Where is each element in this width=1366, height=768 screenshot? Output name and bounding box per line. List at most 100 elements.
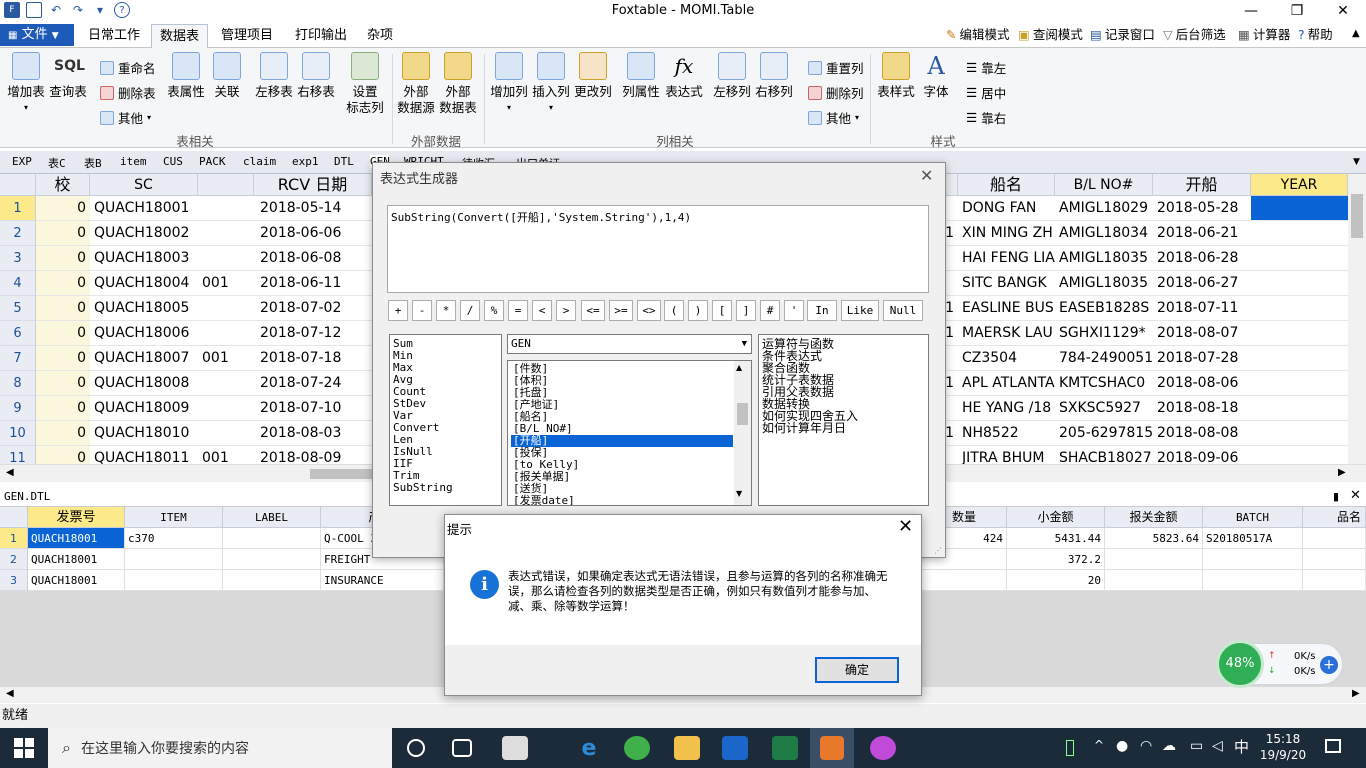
table-cell[interactable] [223, 549, 321, 570]
help-topic-item[interactable]: 如何计算年月日 [762, 422, 925, 434]
table-cell[interactable]: 2018-07-02 [254, 296, 372, 321]
operator-button[interactable]: ) [688, 300, 708, 321]
table-cell[interactable] [198, 296, 254, 321]
column-header[interactable]: 发票号 [28, 507, 125, 528]
table-cell-year[interactable] [1251, 346, 1348, 371]
insert-col-button[interactable]: 插入列 ▾ [531, 52, 571, 116]
row-number[interactable]: 4 [0, 271, 36, 296]
ext-source-button[interactable]: 外部 数据源 [396, 52, 436, 116]
column-header[interactable] [198, 174, 254, 196]
row-number[interactable]: 10 [0, 421, 36, 446]
pin-icon[interactable]: ▮ [1333, 490, 1339, 503]
resize-grip-icon[interactable]: ⋰ [934, 546, 942, 555]
add-col-button[interactable]: 增加列 ▾ [489, 52, 529, 116]
table-cell[interactable]: 2018-07-28 [1153, 346, 1251, 371]
font-button[interactable]: A 字体 [918, 52, 954, 100]
table-cell[interactable]: 2018-06-11 [254, 271, 372, 296]
operator-button[interactable]: ( [664, 300, 684, 321]
row-number[interactable]: 8 [0, 371, 36, 396]
table-cell[interactable]: 0 [36, 271, 90, 296]
sheet-tab[interactable]: 表C [48, 155, 66, 171]
table-cell[interactable]: 2018-06-27 [1153, 271, 1251, 296]
row-number[interactable]: 7 [0, 346, 36, 371]
operator-button[interactable]: <> [637, 300, 661, 321]
operator-button[interactable]: >= [609, 300, 633, 321]
table-cell[interactable] [223, 570, 321, 591]
other-table-button[interactable]: 其他 ▾ [100, 108, 151, 127]
cloud-icon[interactable]: ☁ [1162, 738, 1176, 754]
ribbon-collapse-icon[interactable]: ▲ [1352, 28, 1360, 39]
column-header-year[interactable]: YEAR [1251, 174, 1348, 196]
table-cell[interactable] [1303, 528, 1366, 549]
table-cell[interactable]: DONG FAN [958, 196, 1055, 221]
excel-icon[interactable] [772, 736, 798, 760]
table-cell[interactable]: 2018-08-03 [254, 421, 372, 446]
table-cell[interactable]: SXKSC5927 [1055, 396, 1153, 421]
row-number[interactable]: 3 [0, 570, 28, 591]
clock[interactable]: 15:18 19/9/20 [1258, 731, 1308, 763]
table-cell[interactable]: 001 [198, 271, 254, 296]
table-cell-year[interactable] [1251, 271, 1348, 296]
table-cell[interactable]: 2018-07-11 [1153, 296, 1251, 321]
table-cell[interactable]: AMIGL18035 [1055, 246, 1153, 271]
file-menu-button[interactable]: ▦ 文件 ▼ [0, 24, 74, 46]
table-cell-year[interactable] [1251, 321, 1348, 346]
table-cell[interactable]: c370 [125, 528, 223, 549]
qq-icon[interactable]: ● [1116, 738, 1128, 754]
windows-start-icon[interactable] [14, 738, 34, 758]
table-cell[interactable]: 2018-06-28 [1153, 246, 1251, 271]
table-cell[interactable] [198, 196, 254, 221]
table-cell[interactable]: QUACH18006 [90, 321, 198, 346]
set-title-col-button[interactable]: 设置 标志列 [344, 52, 386, 116]
table-cell[interactable]: XIN MING ZH [958, 221, 1055, 246]
pinwheel-app-icon[interactable] [502, 736, 528, 760]
reset-col-button[interactable]: 重置列 [808, 58, 864, 77]
operator-button[interactable]: Like [841, 300, 879, 321]
sheet-tab[interactable]: PACK [199, 155, 226, 168]
ext-table-button[interactable]: 外部 数据表 [438, 52, 478, 116]
column-header[interactable] [946, 174, 958, 196]
table-cell[interactable] [198, 246, 254, 271]
table-cell[interactable]: SGHXI1129* [1055, 321, 1153, 346]
operator-button[interactable]: * [436, 300, 456, 321]
operator-button[interactable]: Null [883, 300, 923, 321]
sheet-tab[interactable]: DTL [334, 155, 354, 168]
battery-icon[interactable] [1066, 740, 1074, 756]
table-cell[interactable]: 0 [36, 221, 90, 246]
table-cell[interactable]: 2018-06-06 [254, 221, 372, 246]
column-header[interactable]: RCV 日期 [254, 174, 372, 196]
table-cell[interactable]: 2018-08-07 [1153, 321, 1251, 346]
row-number[interactable]: 6 [0, 321, 36, 346]
operator-button[interactable]: In [807, 300, 837, 321]
table-cell[interactable]: 0 [36, 296, 90, 321]
table-props-button[interactable]: 表属性 [166, 52, 206, 100]
left-move-col-button[interactable]: 左移列 [712, 52, 752, 100]
table-cell[interactable]: 372.2 [1007, 549, 1105, 570]
volume-icon[interactable]: ◁ [1212, 738, 1223, 754]
calculator-tool[interactable]: ▦ 计算器 [1238, 26, 1290, 44]
table-cell[interactable]: QUACH18004 [90, 271, 198, 296]
table-cell[interactable]: 5823.64 [1105, 528, 1203, 549]
column-header[interactable]: B/L NO# [1055, 174, 1153, 196]
table-cell[interactable]: 2018-06-08 [254, 246, 372, 271]
table-cell[interactable]: 2018-05-14 [254, 196, 372, 221]
table-cell-year[interactable] [1251, 371, 1348, 396]
notification-icon[interactable] [1325, 739, 1341, 753]
memory-percent-ball[interactable]: 48% [1216, 640, 1264, 688]
table-cell[interactable] [1105, 570, 1203, 591]
help-tool[interactable]: ? 帮助 [1298, 26, 1333, 44]
table-cell[interactable]: 0 [36, 196, 90, 221]
table-cell[interactable]: 0 [36, 346, 90, 371]
table-cell[interactable]: 784-2490051 [1055, 346, 1153, 371]
table-cell[interactable]: 20 [1007, 570, 1105, 591]
table-cell[interactable]: MAERSK LAU [958, 321, 1055, 346]
table-cell[interactable] [223, 528, 321, 549]
table-cell[interactable]: 2018-07-10 [254, 396, 372, 421]
table-cell[interactable] [922, 570, 1007, 591]
table-cell[interactable]: 001 [198, 346, 254, 371]
table-cell[interactable]: INSURANCE [321, 570, 444, 591]
table-style-button[interactable]: 表样式 [876, 52, 916, 100]
table-cell-year[interactable] [1251, 196, 1348, 221]
sheet-tabs-dropdown-icon[interactable]: ▼ [1353, 157, 1360, 167]
file-explorer-icon[interactable] [674, 736, 700, 760]
